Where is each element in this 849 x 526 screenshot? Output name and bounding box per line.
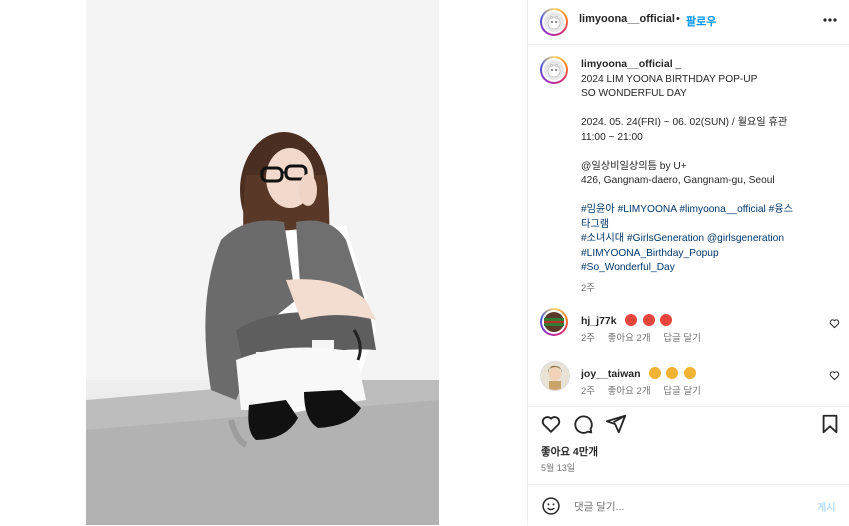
commenter-avatar-image (541, 362, 569, 390)
caption-username[interactable]: limyoona__official (581, 58, 673, 70)
heart-icon[interactable] (540, 413, 562, 435)
comment-input[interactable] (572, 497, 806, 517)
heart-eyes-emoji-icon (642, 314, 655, 326)
smile-emoji-icon (666, 367, 679, 379)
heart-eyes-emoji-icon (659, 314, 672, 326)
caption-line: SO WONDERFUL DAY (581, 88, 687, 99)
more-horizontal-icon[interactable] (822, 12, 838, 28)
post-date[interactable]: 5월 13일 (541, 461, 575, 474)
follow-button[interactable]: 팔로우 (686, 13, 716, 29)
comment-username[interactable]: hj_j77k (581, 315, 617, 327)
caption-hashtags[interactable]: 타그램 (581, 218, 836, 233)
comment-time[interactable]: 2주 (581, 333, 595, 344)
comment-item: hj_j77k 2주 좋아요 2개 답글 달기 (528, 308, 849, 348)
post-caption: limyoona__official _ 2024 LIM YOONA BIRT… (581, 57, 836, 296)
caption-hashtags[interactable]: #소녀시대 #GirlsGeneration @girlsgeneration (581, 232, 836, 247)
caption-hashtags[interactable]: #LIMYOONA_Birthday_Popup (581, 247, 836, 262)
comment-likes[interactable]: 좋아요 2개 (608, 333, 651, 344)
post-comment-button[interactable]: 게시 (817, 499, 835, 514)
bookmark-icon[interactable] (819, 413, 841, 435)
post-actions (528, 406, 849, 439)
caption-avatar-image (544, 60, 564, 80)
comment-time[interactable]: 2주 (581, 386, 595, 397)
comment-item: joy__taiwan 2주 좋아요 2개 답글 달기 (528, 361, 849, 401)
caption-line: 2024. 05. 24(FRI) ~ 06. 02(SUN) / 월요일 휴관 (581, 117, 788, 128)
send-icon[interactable] (605, 413, 627, 435)
comment-like-heart-icon[interactable] (829, 318, 840, 329)
author-avatar-image (544, 12, 564, 32)
author-username[interactable]: limyoona__official (579, 13, 675, 25)
caption-hashtags[interactable]: #So_Wonderful_Day (581, 261, 836, 276)
commenter-avatar[interactable] (540, 361, 570, 391)
smile-emoji-icon (683, 367, 696, 379)
caption-line: 11:00 ~ 21:00 (581, 131, 643, 143)
photo-illustration (86, 0, 439, 525)
add-comment-bar: 게시 (528, 484, 849, 526)
like-count[interactable]: 좋아요 4만개 (541, 444, 598, 459)
comment-icon[interactable] (572, 413, 594, 435)
author-avatar[interactable] (540, 8, 568, 36)
heart-eyes-emoji-icon (625, 314, 638, 326)
commenter-avatar-image (544, 312, 564, 332)
emoji-picker-icon[interactable] (541, 496, 561, 516)
caption-hashtags[interactable]: #임윤아 #LIMYOONA #limyoona__official #융스 (581, 203, 836, 218)
commenter-avatar[interactable] (540, 308, 568, 336)
post-photo[interactable] (86, 0, 439, 525)
post-side-panel: limyoona__official • 팔로우 limyoona__offic… (527, 0, 849, 525)
caption-line: _ (675, 59, 682, 70)
caption-author-avatar[interactable] (540, 56, 568, 84)
caption-time[interactable]: 2주 (581, 282, 836, 297)
smile-emoji-icon (648, 367, 661, 379)
reply-button[interactable]: 답글 달기 (663, 386, 701, 397)
separator-dot: • (676, 13, 680, 25)
comment-likes[interactable]: 좋아요 2개 (608, 386, 651, 397)
caption-gap (581, 189, 836, 204)
caption-gap (581, 102, 836, 117)
comment-username[interactable]: joy__taiwan (581, 368, 641, 380)
caption-line: 2024 LIM YOONA BIRTHDAY POP-UP (581, 73, 758, 85)
reply-button[interactable]: 답글 달기 (663, 333, 701, 344)
comment-like-heart-icon[interactable] (829, 370, 840, 381)
caption-gap (581, 145, 836, 160)
caption-line: 426, Gangnam-daero, Gangnam-gu, Seoul (581, 175, 775, 186)
post-header: limyoona__official • 팔로우 (528, 0, 849, 45)
caption-line: @일상비일상의틈 by U+ (581, 160, 687, 172)
